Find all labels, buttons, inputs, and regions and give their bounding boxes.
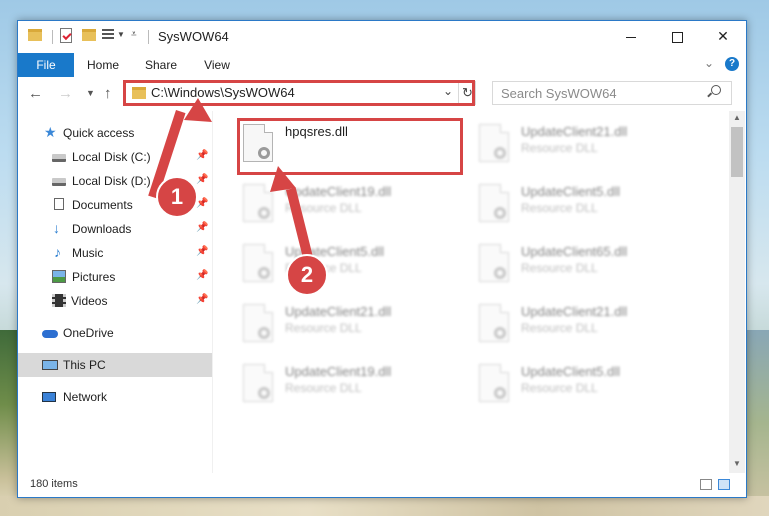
gear-icon [494, 267, 506, 279]
sidebar-item-videos[interactable]: Videos 📌 [18, 289, 212, 313]
gear-icon [258, 387, 270, 399]
star-icon: ★ [44, 124, 57, 140]
videos-icon [52, 294, 66, 307]
window-title: SysWOW64 [158, 29, 229, 44]
folder-icon [28, 29, 42, 41]
gear-icon [494, 327, 506, 339]
file-item[interactable]: UpdateClient21.dll Resource DLL [471, 116, 693, 168]
dll-file-icon [479, 364, 509, 402]
navigation-pane: ★ Quick access Local Disk (C:) 📌 Local D… [18, 111, 213, 473]
sidebar-item-network[interactable]: Network [18, 385, 212, 409]
file-item[interactable]: UpdateClient5.dll Resource DLL [235, 236, 457, 288]
dll-file-icon [479, 244, 509, 282]
dll-file-icon [479, 304, 509, 342]
pin-icon[interactable]: 📌 [196, 150, 208, 161]
tab-view[interactable]: View [194, 53, 240, 77]
separator [148, 30, 149, 44]
sidebar-item-downloads[interactable]: ↓ Downloads 📌 [18, 217, 212, 241]
file-explorer-window: ▼ ⩡ SysWOW64 ✕ File Home Share View ⌄ ? … [17, 20, 747, 498]
dll-file-icon [479, 124, 509, 162]
sidebar-item-quick-access[interactable]: ★ Quick access [18, 121, 212, 145]
sidebar-item-local-disk-c[interactable]: Local Disk (C:) 📌 [18, 145, 212, 169]
maximize-icon [671, 31, 683, 43]
close-button[interactable]: ✕ [700, 21, 746, 51]
chevron-down-icon[interactable]: ▼ [117, 30, 125, 39]
scroll-up-icon[interactable]: ▲ [733, 113, 741, 122]
dll-file-icon [243, 364, 273, 402]
gear-icon [258, 207, 270, 219]
quick-access-toolbar-dropdown-icon[interactable]: ⩡ [131, 29, 137, 40]
computer-icon [42, 360, 58, 370]
large-icons-view-icon[interactable] [718, 479, 730, 490]
documents-icon [54, 198, 64, 210]
network-icon [42, 392, 56, 402]
customize-list-icon[interactable] [102, 29, 114, 41]
drive-icon [52, 154, 66, 162]
title-bar: ▼ ⩡ SysWOW64 ✕ [18, 21, 746, 53]
dll-file-icon [479, 184, 509, 222]
item-count: 180 items [30, 478, 78, 490]
pictures-icon [52, 270, 66, 283]
sidebar-item-onedrive[interactable]: OneDrive [18, 321, 212, 345]
file-item[interactable]: UpdateClient65.dll Resource DLL [471, 236, 693, 288]
sidebar-item-this-pc[interactable]: This PC [18, 353, 212, 377]
callout-arrowhead-1 [184, 98, 212, 122]
search-input[interactable]: Search SysWOW64 [492, 81, 732, 105]
separator [52, 30, 53, 44]
minimize-button[interactable] [608, 21, 654, 51]
pin-icon[interactable]: 📌 [196, 198, 208, 209]
gear-icon [494, 207, 506, 219]
file-item[interactable]: UpdateClient19.dll Resource DLL [235, 356, 457, 408]
tab-share[interactable]: Share [138, 53, 184, 77]
sidebar-item-music[interactable]: ♪ Music 📌 [18, 241, 212, 265]
pin-icon[interactable]: 📌 [196, 246, 208, 257]
minimize-icon [626, 36, 636, 38]
forward-arrow-icon[interactable]: → [58, 85, 73, 102]
search-icon[interactable] [711, 85, 721, 95]
vertical-scrollbar[interactable]: ▲ ▼ [729, 111, 745, 473]
address-bar-highlight [123, 80, 475, 106]
search-placeholder: Search SysWOW64 [501, 86, 617, 101]
drive-icon [52, 178, 66, 186]
sidebar-item-pictures[interactable]: Pictures 📌 [18, 265, 212, 289]
maximize-button[interactable] [654, 21, 700, 51]
properties-icon[interactable] [60, 28, 72, 43]
up-arrow-icon[interactable]: ↑ [104, 85, 112, 102]
callout-step-1: 1 [156, 176, 198, 218]
pin-icon[interactable]: 📌 [196, 294, 208, 305]
file-item[interactable]: UpdateClient21.dll Resource DLL [471, 296, 693, 348]
callout-arrowhead-2 [270, 166, 296, 192]
file-item[interactable]: UpdateClient5.dll Resource DLL [471, 176, 693, 228]
dll-file-icon [243, 244, 273, 282]
pin-icon[interactable]: 📌 [196, 174, 208, 185]
ribbon: File Home Share View ⌄ ? [18, 53, 746, 78]
pin-icon[interactable]: 📌 [196, 270, 208, 281]
callout-step-2: 2 [286, 254, 328, 296]
file-item[interactable]: UpdateClient21.dll Resource DLL [235, 296, 457, 348]
tab-file[interactable]: File [18, 53, 74, 77]
scrollbar-thumb[interactable] [731, 127, 743, 177]
dll-file-icon [243, 304, 273, 342]
desktop-wallpaper-right [744, 330, 769, 516]
download-icon: ↓ [53, 220, 60, 236]
back-arrow-icon[interactable]: ← [28, 85, 43, 102]
file-item[interactable]: UpdateClient5.dll Resource DLL [471, 356, 693, 408]
expand-ribbon-icon[interactable]: ⌄ [704, 56, 714, 70]
gear-icon [258, 327, 270, 339]
scroll-down-icon[interactable]: ▼ [733, 459, 741, 468]
pin-icon[interactable]: 📌 [196, 222, 208, 233]
gear-icon [494, 387, 506, 399]
tab-home[interactable]: Home [80, 53, 126, 77]
gear-icon [494, 147, 506, 159]
recent-locations-chevron-icon[interactable]: ▼ [86, 88, 95, 98]
status-bar: 180 items [18, 473, 746, 497]
desktop-wallpaper-bottom [0, 496, 769, 516]
details-view-icon[interactable] [700, 479, 712, 490]
gear-icon [258, 267, 270, 279]
new-folder-icon[interactable] [82, 29, 96, 41]
music-icon: ♪ [54, 244, 61, 260]
help-icon[interactable]: ? [725, 57, 739, 71]
cloud-icon [42, 330, 58, 338]
